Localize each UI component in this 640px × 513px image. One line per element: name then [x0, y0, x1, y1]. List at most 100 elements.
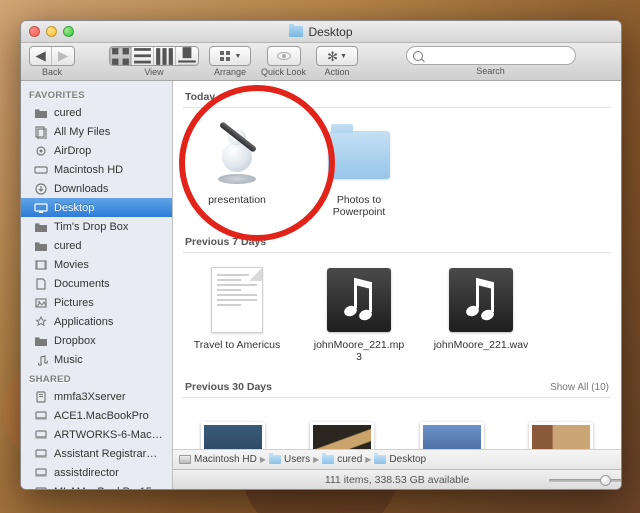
sidebar-item[interactable]: cured: [21, 236, 172, 255]
view-group: View: [109, 46, 199, 77]
sidebar-item[interactable]: Assistant Registrar…: [21, 444, 172, 463]
image-thumbnail: [201, 422, 265, 449]
icon-view[interactable]: Today presentation Photos to Powerpoint P…: [173, 81, 621, 449]
file-name: presentation: [208, 194, 266, 206]
sidebar-item[interactable]: Macintosh HD: [21, 160, 172, 179]
view-list-button[interactable]: [132, 47, 154, 65]
folder-icon: [322, 455, 334, 464]
file-item[interactable]: johnMoore_221.mp3: [311, 265, 407, 363]
sidebar-item[interactable]: Documents: [21, 274, 172, 293]
file-item[interactable]: johnMoore_221.wav: [433, 265, 529, 363]
window-title-text: Desktop: [308, 25, 352, 39]
file-item[interactable]: [408, 410, 496, 449]
window-title: Desktop: [21, 25, 621, 39]
file-name: johnMoore_221.wav: [434, 339, 529, 351]
search-group: Search: [368, 46, 613, 76]
toolbar: ◀ ▶ Back View ▼ Arrange: [21, 43, 621, 81]
action-group: ✻▼ Action: [316, 46, 358, 77]
downloads-icon: [33, 182, 48, 195]
allfiles-icon: [33, 125, 48, 138]
quicklook-label: Quick Look: [261, 67, 306, 77]
sidebar-item[interactable]: Music: [21, 350, 172, 369]
path-crumb[interactable]: cured: [322, 454, 362, 465]
search-label: Search: [476, 66, 505, 76]
airdrop-icon: [33, 144, 48, 157]
hd-icon: [33, 163, 48, 176]
sidebar-item[interactable]: ACE1.MacBookPro: [21, 406, 172, 425]
sidebar-item-label: AirDrop: [54, 145, 91, 157]
action-button[interactable]: ✻▼: [316, 46, 358, 66]
path-crumb[interactable]: Users: [269, 454, 310, 465]
nav-label: Back: [42, 67, 62, 77]
document-icon: [211, 267, 263, 333]
sidebar-item[interactable]: ARTWORKS-6-Mac…: [21, 425, 172, 444]
image-thumbnail: [420, 422, 484, 449]
file-item[interactable]: [189, 410, 277, 449]
file-item[interactable]: presentation: [189, 120, 285, 218]
music-icon: [33, 353, 48, 366]
file-item[interactable]: Photos to Powerpoint: [311, 120, 407, 218]
sidebar-item-label: mmfa3Xserver: [54, 391, 126, 403]
computer-icon: [33, 485, 48, 489]
sidebar-item[interactable]: AirDrop: [21, 141, 172, 160]
file-item[interactable]: Travel to Americus: [189, 265, 285, 363]
icon-size-slider[interactable]: [549, 475, 611, 485]
sidebar-item[interactable]: Desktop: [21, 198, 172, 217]
sidebar-item-label: ARTWORKS-6-Mac…: [54, 429, 163, 441]
folder-icon: [33, 334, 48, 347]
sidebar-item[interactable]: cured: [21, 103, 172, 122]
arrange-label: Arrange: [214, 67, 246, 77]
sidebar-group-shared: SHARED: [21, 369, 172, 387]
desktop-icon: [33, 201, 48, 214]
sidebar-item[interactable]: Pictures: [21, 293, 172, 312]
quicklook-button[interactable]: [267, 46, 301, 66]
search-field[interactable]: [406, 46, 576, 65]
section-prev30: Previous 30 Days Show All (10): [183, 377, 611, 398]
view-label: View: [144, 67, 163, 77]
sidebar-item-label: Downloads: [54, 183, 108, 195]
search-icon: [413, 51, 423, 61]
arrange-button[interactable]: ▼: [209, 46, 251, 66]
sidebar-item[interactable]: mmfa3Xserver: [21, 387, 172, 406]
file-item[interactable]: [518, 410, 606, 449]
folder-icon: [269, 455, 281, 464]
sidebar-item[interactable]: All My Files: [21, 122, 172, 141]
sidebar-item[interactable]: assistdirector: [21, 463, 172, 482]
search-input[interactable]: [427, 50, 569, 62]
nav-group: ◀ ▶ Back: [29, 46, 75, 77]
view-icons-button[interactable]: [110, 47, 132, 65]
sidebar[interactable]: FAVORITES curedAll My FilesAirDropMacint…: [21, 81, 173, 489]
sidebar-item[interactable]: Downloads: [21, 179, 172, 198]
sidebar-item[interactable]: Movies: [21, 255, 172, 274]
movies-icon: [33, 258, 48, 271]
folder-icon: [33, 106, 48, 119]
path-bar[interactable]: Macintosh HD ▶ Users ▶ cured ▶ Desktop: [173, 449, 621, 469]
view-columns-button[interactable]: [154, 47, 176, 65]
sidebar-item-label: Pictures: [54, 297, 94, 309]
sidebar-item[interactable]: Tim's Drop Box: [21, 217, 172, 236]
path-crumb[interactable]: Desktop: [374, 454, 426, 465]
path-crumb[interactable]: Macintosh HD: [179, 454, 257, 465]
file-name: johnMoore_221.mp3: [311, 339, 407, 363]
sidebar-item-label: Assistant Registrar…: [54, 448, 157, 460]
view-coverflow-button[interactable]: [176, 47, 198, 65]
sidebar-item[interactable]: Dropbox: [21, 331, 172, 350]
sidebar-item-label: ACE1.MacBookPro: [54, 410, 149, 422]
file-item[interactable]: [299, 410, 387, 449]
computer-icon: [33, 466, 48, 479]
action-label: Action: [325, 67, 350, 77]
show-all-link[interactable]: Show All (10): [550, 382, 609, 393]
sidebar-item-label: Desktop: [54, 202, 94, 214]
arrange-group: ▼ Arrange: [209, 46, 251, 77]
folder-icon: [289, 26, 303, 37]
sidebar-item[interactable]: Applications: [21, 312, 172, 331]
section-prev7: Previous 7 Days: [183, 232, 611, 253]
forward-button[interactable]: ▶: [52, 47, 74, 65]
status-text: 111 items, 338.53 GB available: [325, 474, 469, 486]
section-today: Today: [183, 87, 611, 108]
titlebar: Desktop: [21, 21, 621, 43]
back-button[interactable]: ◀: [30, 47, 52, 65]
pictures-icon: [33, 296, 48, 309]
apps-icon: [33, 315, 48, 328]
sidebar-item[interactable]: MLAMacBookPro15: [21, 482, 172, 489]
